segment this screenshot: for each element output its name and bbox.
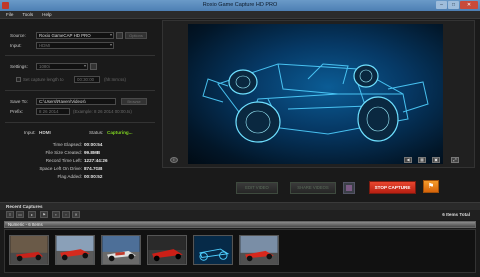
stat-record-time-left: Record Time Left: 1227:44:26 [20,158,130,166]
capture-length-checkbox[interactable] [16,77,21,82]
capture-thumbnail[interactable] [193,235,233,265]
source-select[interactable]: Roxio GameCAP HD PRO [36,32,114,39]
play-icon[interactable]: ▸ [28,211,36,218]
delete-icon[interactable]: ✕ [72,211,80,218]
stat-label: File Size Created: [45,150,82,155]
title-bar: Roxio Game Capture HD PRO – □ ✕ [0,0,480,11]
preview-panel: i ◀ ▦ ▣ ⤢ [162,20,475,168]
window-title: Roxio Game Capture HD PRO [202,2,278,8]
browse-button[interactable]: Browse [121,98,147,105]
source-row: Source: Roxio GameCAP HD PRO Options [5,32,155,40]
capture-length-input[interactable]: 00:30:00 [74,76,100,83]
save-to-label: Save To: [10,99,28,104]
close-button[interactable]: ✕ [460,1,478,9]
layout-icon[interactable]: ▦ [418,157,426,163]
prefix-input[interactable]: 8 26 2014 [36,108,70,115]
capture-thumbnail[interactable] [9,235,49,265]
stat-flag-added: Flag Added: 00:00:52 [20,174,130,182]
source-label: Source: [10,33,26,38]
race-car-wireframe-image [202,63,429,143]
frame-icon[interactable]: ▫ [62,211,70,218]
input-row: Input: HDMI [5,42,155,50]
save-to-input[interactable]: C:\Users\Raven\Videos\ [36,98,116,105]
status-label: Status: [89,130,104,135]
status-value: Capturing... [107,130,133,135]
menu-help[interactable]: Help [42,11,51,18]
thumbnail-strip [4,229,476,273]
recent-captures-toolbar: ≡ ▭ ▸ ⚑ ▪ ▫ ✕ 6 Items Total [0,210,480,220]
layout-alt-icon[interactable]: ▣ [432,157,440,163]
menu-tools[interactable]: Tools [22,11,33,18]
menu-file[interactable]: File [6,11,13,18]
stat-value: 99.8MB [84,150,101,155]
stop-capture-button[interactable]: STOP CAPTURE [369,181,416,194]
prefix-row: Prefix: 8 26 2014 (Example: 8 26 2014 00… [5,108,155,116]
maximize-button[interactable]: □ [448,1,459,9]
share-videos-button[interactable]: SHARE VIDEOS [290,182,336,194]
folder-icon[interactable]: ▭ [16,211,24,218]
divider [5,55,155,56]
settings-row: Settings: 1080i [5,63,155,71]
stat-value: 874.7GB [84,166,103,171]
settings-select[interactable]: 1080i [36,63,88,70]
settings-label: Settings: [10,64,28,69]
window-controls: – □ ✕ [436,1,478,9]
status-input-label: Input: [24,130,36,135]
video-preview [188,24,443,164]
prefix-label: Prefix: [10,109,24,114]
divider [5,90,155,91]
stat-time-elapsed: Time Elapsed: 00:00:54 [20,142,130,150]
settings-gear-icon[interactable] [90,63,97,70]
stat-value: 00:00:52 [84,174,103,179]
source-refresh-icon[interactable] [116,32,123,39]
capture-group-bar[interactable]: Numeric - 6 Items [4,221,476,228]
stat-value: 1227:44:26 [84,158,108,163]
recent-captures-title: Recent Captures [6,204,43,209]
capture-length-row: Set capture length to 00:30:00 (hh:mm:ss… [5,76,155,84]
save-icon[interactable] [343,182,355,194]
edit-video-button[interactable]: EDIT VIDEO [236,182,278,194]
capture-length-label: Set capture length to [23,77,64,82]
capture-thumbnail[interactable] [239,235,279,265]
stat-value: 00:00:54 [84,142,103,147]
save-to-row: Save To: C:\Users\Raven\Videos\ Browse [5,98,155,106]
flag-icon[interactable]: ⚑ [423,180,439,193]
menu-bar: File Tools Help [0,11,480,19]
stat-label: Time Elapsed: [52,142,82,147]
prefix-example: (Example: 8 26 2014 00:00.ts) [73,109,132,114]
info-icon[interactable]: i [170,157,178,163]
items-total: 6 Items Total [442,212,470,217]
stat-file-size: File Size Created: 99.8MB [20,150,130,158]
fullscreen-icon[interactable]: ⤢ [451,157,459,163]
picture-icon[interactable]: ▪ [52,211,60,218]
capture-thumbnail[interactable] [147,235,187,265]
capture-thumbnail[interactable] [55,235,95,265]
capture-length-unit: (hh:mm:ss) [104,77,126,82]
status-input-value: HDMI [39,130,51,135]
stat-label: Flag Added: [57,174,82,179]
minimize-button[interactable]: – [436,1,447,9]
flag-toolbar-icon[interactable]: ⚑ [40,211,48,218]
list-view-icon[interactable]: ≡ [6,211,14,218]
group-label: Numeric - 6 Items [8,222,43,227]
volume-icon[interactable]: ◀ [404,157,412,163]
stat-label: Record Time Left: [45,158,82,163]
capture-thumbnail[interactable] [101,235,141,265]
stat-label: Space Left On Drive: [39,166,82,171]
divider [5,122,155,123]
capture-stats: Time Elapsed: 00:00:54 File Size Created… [20,142,130,182]
stat-space-left: Space Left On Drive: 874.7GB [20,166,130,174]
recent-captures-header: Recent Captures [0,202,480,210]
input-select[interactable]: HDMI [36,42,114,49]
source-options-button[interactable]: Options [125,32,147,39]
input-label: Input: [10,43,22,48]
